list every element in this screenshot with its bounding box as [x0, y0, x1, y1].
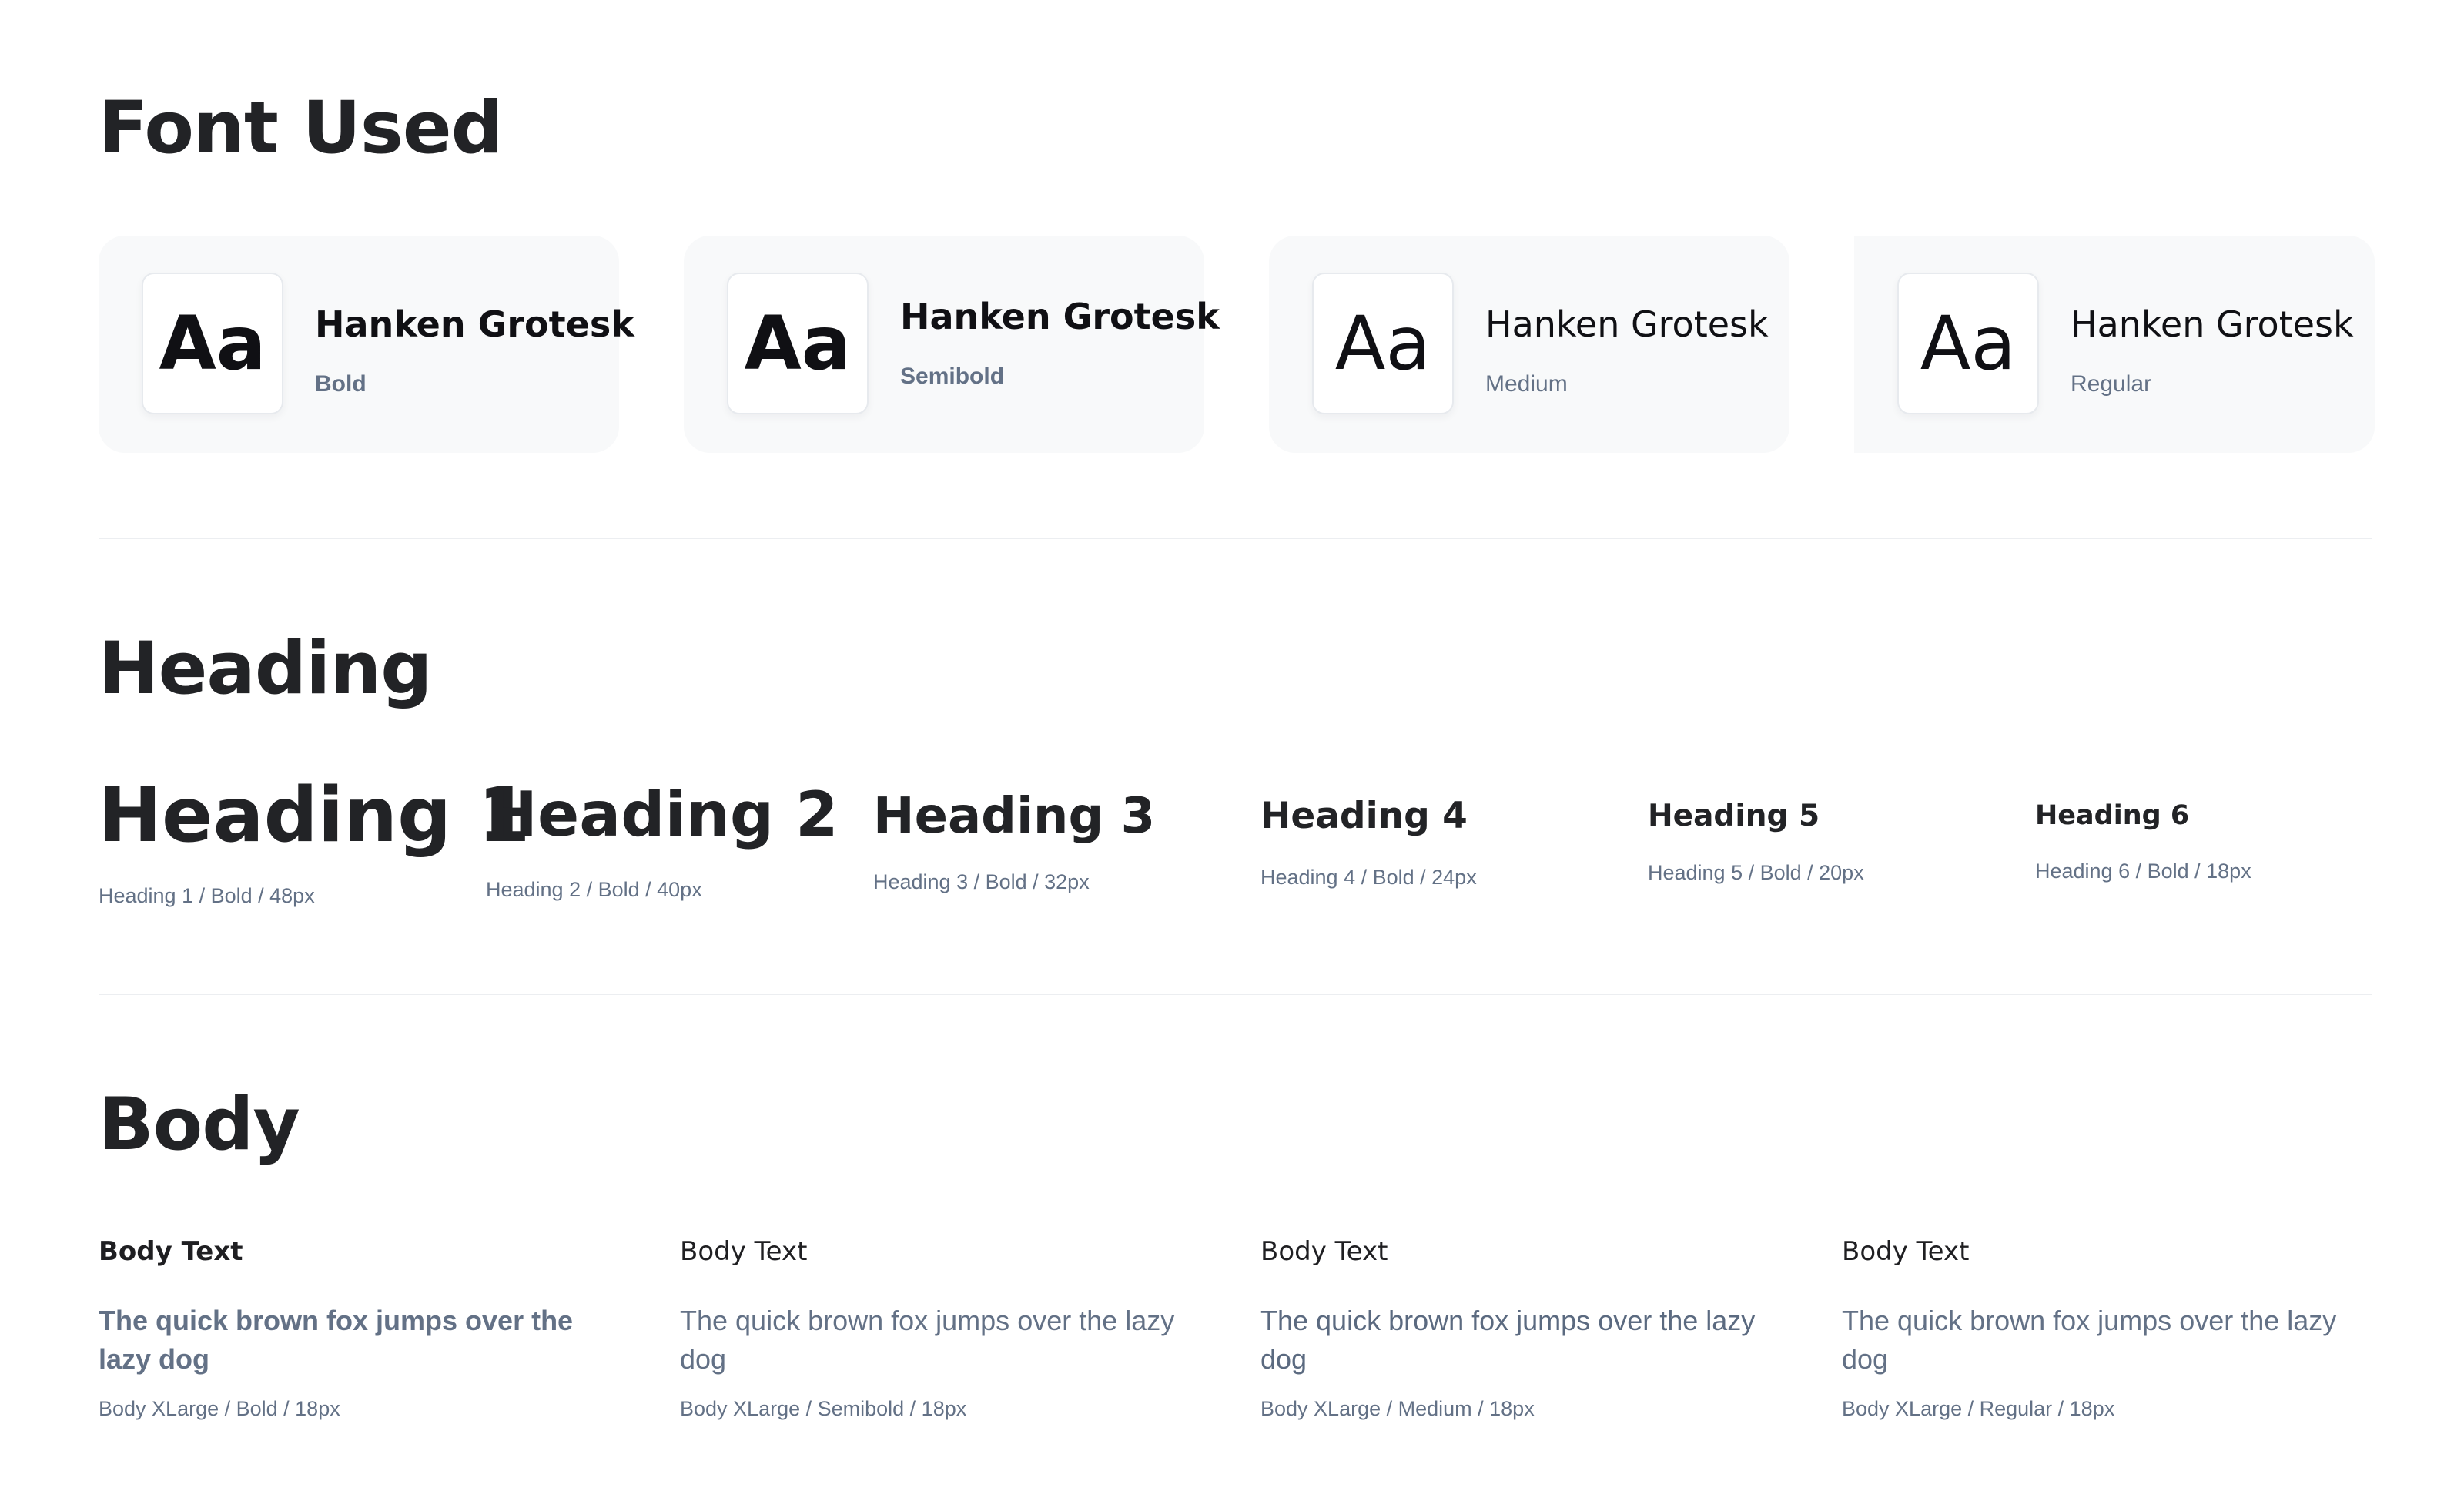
heading-3-meta: Heading 3 / Bold / 32px — [873, 870, 1090, 893]
body-section-title: Body — [99, 1083, 300, 1167]
font-card-semibold: Aa Hanken Grotesk Semibold — [684, 236, 1220, 453]
heading-2-meta: Heading 2 / Bold / 40px — [486, 878, 702, 901]
font-card-bold: Aa Hanken Grotesk Bold — [99, 236, 634, 453]
body-sample-text: The quick brown fox jumps over the lazy … — [1260, 1305, 1756, 1375]
body-sample-label: Body Text — [1260, 1236, 1388, 1267]
font-used-title: Font Used — [99, 86, 503, 170]
font-weight-label: Regular — [2071, 371, 2152, 397]
font-sample-box: Aa — [1897, 273, 2039, 414]
heading-3-text: Heading 3 — [873, 788, 1156, 845]
font-weight-label: Medium — [1485, 371, 1568, 397]
heading-1-meta: Heading 1 / Bold / 48px — [99, 884, 315, 907]
font-sample-box: Aa — [142, 273, 283, 414]
body-sample-meta: Body XLarge / Bold / 18px — [99, 1397, 340, 1420]
body-sample-label: Body Text — [99, 1236, 243, 1267]
heading-1-text: Heading 1 — [99, 772, 531, 860]
font-sample-box: Aa — [727, 273, 869, 414]
body-sample-meta: Body XLarge / Medium / 18px — [1260, 1397, 1535, 1420]
font-weight-label: Semibold — [900, 364, 1005, 389]
heading-4-text: Heading 4 — [1260, 795, 1468, 837]
body-sample-label: Body Text — [680, 1236, 808, 1267]
font-name: Hanken Grotesk — [2071, 303, 2354, 345]
heading-5-meta: Heading 5 / Bold / 20px — [1648, 861, 1864, 884]
body-sample-meta: Body XLarge / Regular / 18px — [1842, 1397, 2115, 1420]
heading-6-meta: Heading 6 / Bold / 18px — [2035, 860, 2251, 883]
body-sample-text: The quick brown fox jumps over the lazy … — [1842, 1305, 2337, 1375]
font-weight-label: Bold — [315, 371, 367, 397]
section-divider — [99, 994, 2372, 995]
body-sample-meta: Body XLarge / Semibold / 18px — [680, 1397, 967, 1420]
heading-2-text: Heading 2 — [486, 779, 839, 850]
heading-5-text: Heading 5 — [1648, 799, 1820, 833]
section-divider — [99, 538, 2372, 539]
font-card-regular: Aa Hanken Grotesk Regular — [1854, 236, 2375, 453]
font-sample-box: Aa — [1312, 273, 1454, 414]
font-name: Hanken Grotesk — [1485, 303, 1769, 345]
font-name: Hanken Grotesk — [900, 296, 1220, 337]
body-sample-label: Body Text — [1842, 1236, 1970, 1267]
font-cards-row: Aa Hanken Grotesk Bold Aa Hanken Grotesk… — [99, 236, 2375, 453]
body-sample-text: The quick brown fox jumps over the lazy … — [680, 1305, 1175, 1375]
font-name: Hanken Grotesk — [315, 303, 634, 345]
heading-section-title: Heading — [99, 627, 433, 711]
font-card-medium: Aa Hanken Grotesk Medium — [1269, 236, 1789, 453]
body-sample-text: The quick brown fox jumps over the lazy … — [99, 1305, 574, 1375]
heading-4-meta: Heading 4 / Bold / 24px — [1260, 866, 1477, 889]
heading-6-text: Heading 6 — [2035, 800, 2190, 831]
